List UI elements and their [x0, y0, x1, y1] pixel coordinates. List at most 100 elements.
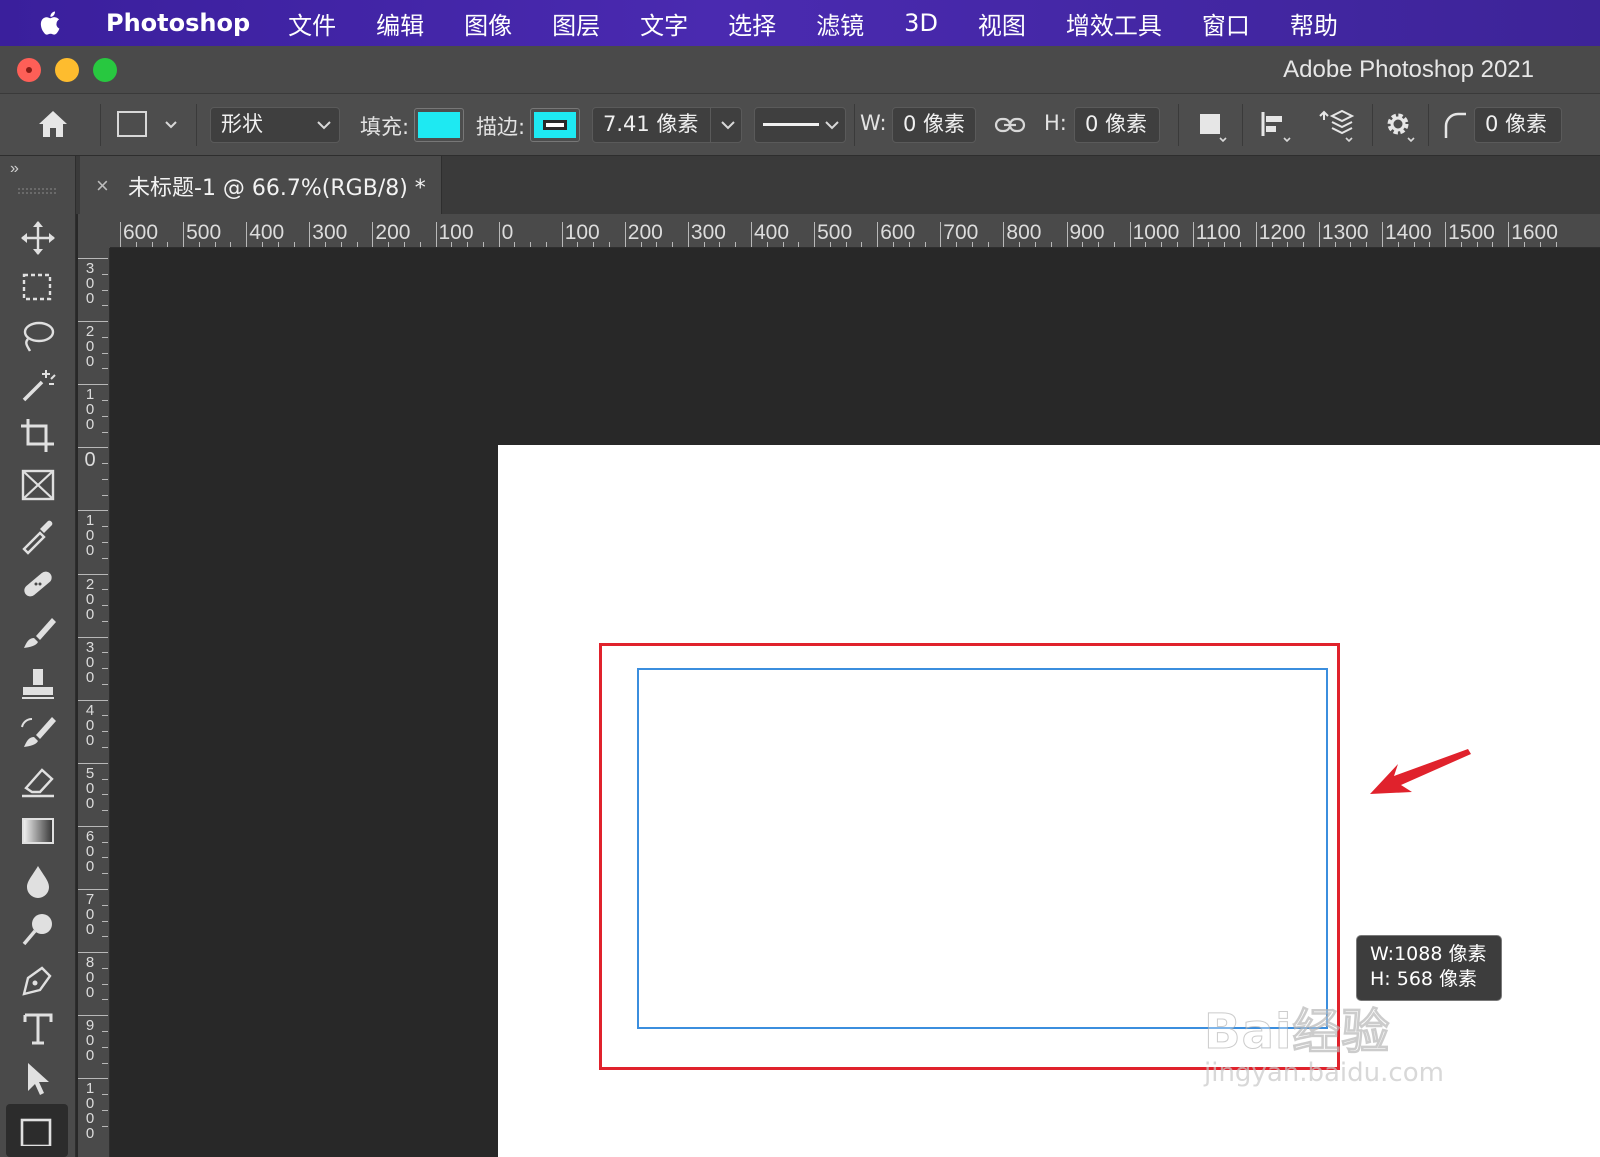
menu-window[interactable]: 窗口: [1202, 6, 1250, 41]
zoom-window-button[interactable]: [93, 58, 117, 82]
menu-filter[interactable]: 滤镜: [816, 6, 864, 41]
move-tool-icon[interactable]: [18, 218, 58, 258]
ruler-major-tick: [78, 762, 108, 764]
ruler-label: 1000: [1132, 221, 1180, 244]
ruler-major-tick: [814, 222, 816, 247]
ruler-label: 1600: [1511, 221, 1558, 244]
marquee-tool-icon[interactable]: [18, 268, 58, 308]
ruler-minor-tick: [102, 1125, 108, 1127]
divider: [1242, 104, 1243, 146]
ruler-label: 500: [186, 221, 222, 244]
crop-tool-icon[interactable]: [18, 416, 58, 456]
tool-preset-picker[interactable]: [116, 110, 180, 140]
fill-label: 填充:: [360, 115, 410, 139]
ruler-minor-tick: [102, 920, 108, 922]
stroke-width-input[interactable]: 7.41 像素: [592, 107, 742, 143]
document-tab[interactable]: × 未标题-1 @ 66.7%(RGB/8) *: [80, 156, 442, 214]
tool-mode-select[interactable]: 形状: [210, 107, 340, 143]
gradient-tool-icon[interactable]: [18, 811, 58, 851]
ruler-label: 100: [85, 386, 95, 434]
annotation-arrow-icon: [1370, 749, 1471, 794]
ruler-label: 200: [85, 323, 95, 371]
brush-tool-icon[interactable]: [18, 614, 58, 654]
blur-tool-icon[interactable]: [18, 861, 58, 901]
menu-select[interactable]: 选择: [728, 6, 776, 41]
corner-radius-value: 0 像素: [1485, 112, 1548, 136]
dodge-tool-icon[interactable]: [18, 910, 58, 950]
height-label: H:: [1044, 111, 1067, 135]
ruler-minor-tick: [102, 620, 108, 622]
menu-file[interactable]: 文件: [288, 6, 336, 41]
watermark: Bai经验 jingyan.baidu.com: [1203, 992, 1443, 1089]
pen-tool-icon[interactable]: [18, 960, 58, 1000]
ruler-label: 300: [312, 221, 348, 244]
menu-app-photoshop[interactable]: Photoshop: [106, 9, 250, 37]
minimize-window-button[interactable]: [55, 58, 79, 82]
menubar: Photoshop 文件 编辑 图像 图层 文字 选择 滤镜 3D 视图 增效工…: [0, 0, 1600, 46]
ruler-major-tick: [372, 222, 374, 247]
ruler-minor-tick: [102, 1046, 108, 1048]
ruler-major-tick: [1003, 222, 1005, 247]
menu-view[interactable]: 视图: [978, 6, 1026, 41]
clone-stamp-tool-icon[interactable]: [18, 664, 58, 704]
ruler-major-tick: [78, 889, 108, 890]
magic-wand-tool-icon[interactable]: [18, 366, 58, 406]
close-tab-icon[interactable]: ×: [96, 173, 109, 199]
ruler-label: 1200: [1258, 221, 1306, 244]
path-operations-icon[interactable]: [1196, 110, 1230, 142]
ruler-minor-tick: [102, 352, 108, 354]
menu-edit[interactable]: 编辑: [376, 6, 424, 41]
vertical-ruler[interactable]: 3002001000100200300400500600700800900100…: [78, 248, 110, 1157]
frame-tool-icon[interactable]: [18, 465, 58, 505]
ruler-minor-tick: [102, 526, 108, 528]
apple-logo-icon[interactable]: [36, 8, 66, 38]
close-window-button[interactable]: [17, 58, 41, 82]
stroke-color-swatch[interactable]: [530, 108, 580, 142]
rectangle-tool-button[interactable]: [6, 1104, 68, 1157]
width-input[interactable]: 0 像素: [892, 107, 976, 143]
link-icon[interactable]: [994, 114, 1026, 136]
eraser-tool-icon[interactable]: [18, 762, 58, 802]
path-arrangement-icon[interactable]: [1318, 106, 1358, 144]
menu-type[interactable]: 文字: [640, 6, 688, 41]
panel-grip[interactable]: [18, 188, 56, 194]
history-brush-tool-icon[interactable]: [18, 713, 58, 753]
ruler-minor-tick: [102, 778, 108, 780]
ruler-minor-tick: [102, 273, 108, 275]
lasso-tool-icon[interactable]: [18, 317, 58, 357]
horizontal-ruler[interactable]: 600 500 400 300 200 100 0 100 200 300 400 500 600 700…: [110, 214, 1600, 248]
path-selection-tool-icon[interactable]: [18, 1059, 58, 1099]
menu-help[interactable]: 帮助: [1290, 6, 1338, 41]
menu-plugins[interactable]: 增效工具: [1066, 6, 1162, 41]
ruler-minor-tick: [102, 857, 108, 859]
corner-radius-input[interactable]: 0 像素: [1474, 107, 1562, 143]
ruler-label: 100: [438, 221, 474, 244]
ruler-major-tick: [1255, 222, 1257, 247]
menu-image[interactable]: 图像: [464, 6, 512, 41]
chevron-down-icon: [317, 121, 331, 130]
height-input[interactable]: 0 像素: [1074, 107, 1160, 143]
ruler-major-tick: [78, 825, 108, 827]
eyedropper-tool-icon[interactable]: [18, 515, 58, 555]
corner-radius-icon: [1444, 112, 1466, 138]
ruler-label: 200: [627, 221, 663, 244]
ruler-label: 100: [85, 512, 95, 560]
collapse-panel-icon[interactable]: »: [10, 160, 19, 178]
ruler-origin[interactable]: [78, 214, 110, 248]
type-tool-icon[interactable]: [18, 1009, 58, 1049]
ruler-minor-tick: [102, 1030, 108, 1032]
divider: [100, 104, 101, 146]
path-alignment-icon[interactable]: [1258, 108, 1294, 142]
stroke-type-select[interactable]: [754, 107, 846, 143]
home-icon[interactable]: [36, 108, 70, 140]
fill-color-swatch[interactable]: [414, 108, 464, 142]
ruler-major-tick: [78, 321, 108, 323]
healing-brush-tool-icon[interactable]: [18, 564, 58, 604]
menu-3d[interactable]: 3D: [904, 9, 938, 37]
menu-layer[interactable]: 图层: [552, 6, 600, 41]
rectangle-tool-icon: [20, 1118, 52, 1146]
gear-icon[interactable]: [1382, 108, 1418, 142]
ruler-minor-tick: [102, 794, 108, 796]
ruler-minor-tick: [102, 999, 108, 1001]
ruler-major-tick: [78, 636, 108, 638]
